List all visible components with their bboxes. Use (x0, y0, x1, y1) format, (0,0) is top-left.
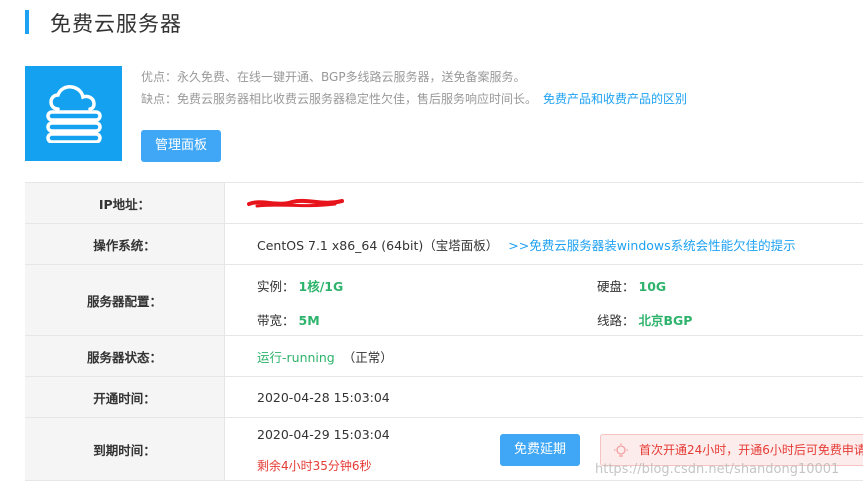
cloud-server-logo (25, 66, 122, 161)
free-extend-button[interactable]: 免费延期 (500, 434, 580, 466)
status-extra: （正常） (342, 349, 393, 365)
table-row: IP地址： (25, 182, 863, 224)
open-time-label: 开通时间： (25, 376, 225, 418)
server-info-table: IP地址： 操作系统： CentOS 7.1 x86_64 (64bit)（宝塔… (25, 182, 863, 481)
disk-value: 10G (638, 279, 667, 294)
instance-field: 实例： 1核/1G (257, 276, 343, 295)
notice-text: 首次开通24小时，开通6小时后可免费申请 (639, 443, 863, 457)
windows-tip-link[interactable]: >>免费云服务器装windows系统会性能欠佳的提示 (508, 238, 795, 253)
config-label: 服务器配置： (25, 264, 225, 336)
watermark-text: https://blog.csdn.net/shandong10001 (595, 462, 840, 477)
table-row: 开通时间： 2020-04-28 15:03:04 (25, 376, 863, 418)
os-label: 操作系统： (25, 223, 225, 265)
expire-label: 到期时间： (25, 417, 225, 481)
page-title: 免费云服务器 (50, 12, 182, 36)
line-value: 北京BGP (638, 313, 693, 328)
pros-text: 优点：永久免费、在线一键开通、BGP多线路云服务器，送免备案服务。 (141, 70, 526, 84)
open-time-value: 2020-04-28 15:03:04 (224, 376, 863, 418)
redacted-ip-scribble (247, 198, 344, 208)
status-label: 服务器状态： (25, 335, 225, 377)
instance-value: 1核/1G (298, 279, 344, 294)
manage-panel-button[interactable]: 管理面板 (141, 130, 221, 162)
status-value: 运行-running (257, 349, 335, 365)
lightbulb-icon (614, 443, 628, 457)
countdown-text: 剩余4小时35分钟6秒 (257, 459, 372, 473)
table-row: 服务器配置： 实例： 1核/1G 硬盘： 10G 带宽： 5M 线路： 北京BGP (25, 264, 863, 336)
instance-label: 实例： (257, 279, 295, 294)
bandwidth-label: 带宽： (257, 313, 295, 328)
cloud-server-icon (46, 85, 102, 143)
compare-products-link[interactable]: 免费产品和收费产品的区别 (543, 92, 687, 106)
title-accent-bar (25, 10, 29, 34)
config-value: 实例： 1核/1G 硬盘： 10G 带宽： 5M 线路： 北京BGP (224, 264, 863, 336)
expire-value: 2020-04-29 15:03:04 (257, 427, 390, 442)
line-field: 线路： 北京BGP (597, 310, 692, 329)
ip-label: IP地址： (25, 182, 225, 224)
disk-label: 硬盘： (597, 279, 635, 294)
bandwidth-field: 带宽： 5M (257, 310, 320, 329)
cons-text: 缺点：免费云服务器相比收费云服务器稳定性欠佳，售后服务响应时间长。 (141, 92, 538, 106)
cons-row: 缺点：免费云服务器相比收费云服务器稳定性欠佳，售后服务响应时间长。 免费产品和收费… (141, 90, 687, 107)
line-label: 线路： (597, 313, 635, 328)
disk-field: 硬盘： 10G (597, 276, 666, 295)
bandwidth-value: 5M (298, 313, 320, 328)
os-value: CentOS 7.1 x86_64 (64bit)（宝塔面板） (257, 237, 499, 253)
table-row: 服务器状态： 运行-running （正常） (25, 335, 863, 377)
ip-value (224, 182, 863, 224)
table-row: 操作系统： CentOS 7.1 x86_64 (64bit)（宝塔面板） >>免… (25, 223, 863, 265)
